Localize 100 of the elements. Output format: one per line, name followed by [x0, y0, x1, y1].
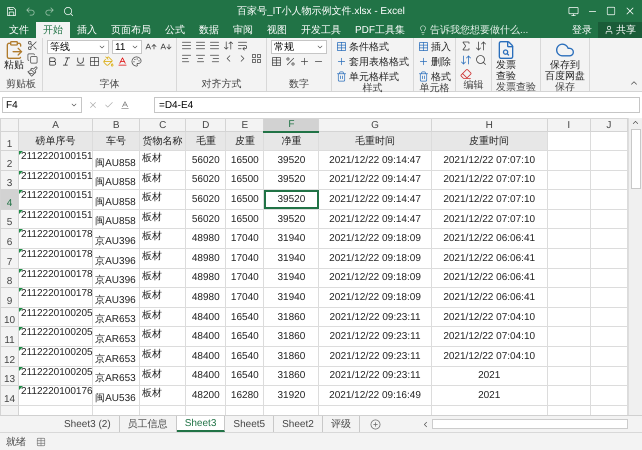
- search-icon[interactable]: [475, 54, 487, 66]
- horizontal-scrollbar[interactable]: [432, 419, 628, 429]
- ribbon-command[interactable]: 插入: [418, 40, 451, 53]
- ribbon-big-button[interactable]: 发票 查验: [496, 40, 516, 82]
- font-size-field[interactable]: 11: [112, 40, 142, 54]
- brush-icon[interactable]: [27, 66, 38, 77]
- row-header[interactable]: 1: [0, 132, 19, 150]
- table-cell: 板材: [140, 288, 186, 308]
- column-header[interactable]: C: [140, 118, 186, 132]
- row-header[interactable]: 6: [0, 228, 19, 248]
- row-header[interactable]: 13: [0, 366, 19, 386]
- row-header[interactable]: 2: [0, 150, 19, 170]
- ribbon-tab[interactable]: 开发工具: [294, 22, 348, 38]
- font-name-field[interactable]: 等线: [47, 40, 109, 54]
- table-cell: 17040: [226, 288, 264, 308]
- ribbon-tab[interactable]: 页面布局: [104, 22, 158, 38]
- column-header[interactable]: I: [547, 118, 590, 132]
- ribbon-big-button[interactable]: 保存到 百度网盘: [545, 40, 585, 82]
- ribbon-tab[interactable]: 公式: [158, 22, 192, 38]
- name-box[interactable]: F4: [2, 97, 82, 113]
- share-button[interactable]: 共享: [598, 22, 642, 38]
- ribbon-command[interactable]: 套用表格格式: [336, 55, 409, 68]
- macro-record-icon[interactable]: [36, 436, 46, 446]
- ribbon-tab[interactable]: 开始: [36, 22, 70, 38]
- print-preview-icon[interactable]: [63, 6, 74, 16]
- row-header[interactable]: 9: [0, 288, 19, 308]
- eraser-icon[interactable]: [460, 68, 472, 80]
- fill-color-icon[interactable]: [103, 56, 114, 67]
- row-header[interactable]: 8: [0, 268, 19, 288]
- ribbon-command[interactable]: 格式: [418, 70, 451, 83]
- table-cell: 48400: [186, 366, 226, 386]
- column-header[interactable]: G: [318, 118, 432, 132]
- document-search-icon[interactable]: [496, 40, 516, 60]
- wrap-text-icon[interactable]: [237, 40, 248, 51]
- scroll-thumb[interactable]: [630, 129, 640, 189]
- maximize-icon[interactable]: [606, 6, 616, 16]
- tell-me-field[interactable]: 告诉我您想要做什么...: [430, 23, 528, 37]
- table-cell: 31860: [264, 346, 319, 366]
- row-header[interactable]: 12: [0, 346, 19, 366]
- column-header[interactable]: E: [226, 118, 264, 132]
- ribbon-command[interactable]: 删除: [418, 55, 451, 68]
- percent-icon[interactable]: [285, 56, 296, 67]
- align-center-icon[interactable]: [195, 53, 206, 64]
- table-cell: [547, 228, 590, 248]
- column-header[interactable]: H: [431, 118, 548, 132]
- table-cell: 2112220100176: [18, 386, 93, 406]
- border-icon[interactable]: [89, 56, 100, 67]
- number-format-field[interactable]: 常规: [271, 40, 327, 54]
- row-header[interactable]: 11: [0, 326, 19, 346]
- row-header[interactable]: 4: [0, 190, 19, 210]
- formula-field[interactable]: =D4-E4: [154, 97, 640, 113]
- align-left-icon[interactable]: [181, 53, 192, 64]
- ribbon-tab[interactable]: 数据: [192, 22, 226, 38]
- scroll-up-icon[interactable]: [631, 118, 640, 127]
- caret-icon[interactable]: [98, 43, 106, 51]
- cut-icon[interactable]: [27, 40, 38, 51]
- row-header[interactable]: 7: [0, 248, 19, 268]
- caret-icon[interactable]: [131, 43, 139, 51]
- ribbon-tab[interactable]: PDF工具集: [348, 22, 412, 38]
- table-cell: 31940: [264, 288, 319, 308]
- table-cell: 2112220100178: [18, 248, 93, 268]
- copy-icon[interactable]: [27, 53, 38, 64]
- ribbon-tab[interactable]: 视图: [260, 22, 294, 38]
- sheet-tab[interactable]: Sheet3: [176, 416, 226, 432]
- caret-icon[interactable]: [70, 101, 78, 109]
- sum-icon[interactable]: [460, 40, 472, 52]
- sort-icon[interactable]: [475, 40, 487, 52]
- column-header[interactable]: F: [264, 118, 319, 132]
- clipboard-icon[interactable]: [4, 40, 24, 60]
- ribbon-tab[interactable]: 审阅: [226, 22, 260, 38]
- column-header[interactable]: A: [18, 118, 93, 132]
- bold-icon[interactable]: [47, 56, 58, 67]
- ribbon-command[interactable]: 单元格样式: [336, 70, 409, 83]
- ribbon-display-icon[interactable]: [568, 6, 579, 16]
- increase-decimal-icon[interactable]: [299, 56, 310, 67]
- close-icon[interactable]: [624, 5, 636, 17]
- row-header[interactable]: 14: [0, 386, 19, 406]
- sign-in-link[interactable]: 登录: [566, 22, 598, 38]
- font-color-icon[interactable]: [117, 56, 128, 67]
- paste-button[interactable]: 粘贴: [4, 40, 24, 71]
- add-sheet-icon[interactable]: [370, 418, 381, 430]
- italic-icon[interactable]: [61, 56, 72, 67]
- caret-icon[interactable]: [316, 43, 324, 51]
- column-header[interactable]: D: [186, 118, 226, 132]
- ribbon-tab[interactable]: 插入: [70, 22, 104, 38]
- ribbon-tab[interactable]: 文件: [2, 22, 36, 38]
- lightbulb-icon[interactable]: [418, 25, 428, 35]
- redo-icon[interactable]: [44, 6, 55, 16]
- table-cell: 31920: [264, 386, 319, 406]
- align-right-icon[interactable]: [209, 53, 220, 64]
- save-icon[interactable]: [6, 6, 17, 16]
- column-header[interactable]: J: [590, 118, 628, 132]
- column-header[interactable]: B: [92, 118, 140, 132]
- person-icon[interactable]: [604, 25, 614, 35]
- row-header[interactable]: 3: [0, 170, 19, 190]
- row-header[interactable]: 10: [0, 307, 19, 327]
- ribbon-command[interactable]: 条件格式: [336, 40, 409, 53]
- row-header[interactable]: 5: [0, 209, 19, 229]
- undo-icon[interactable]: [25, 6, 36, 16]
- underline-icon[interactable]: [75, 56, 86, 67]
